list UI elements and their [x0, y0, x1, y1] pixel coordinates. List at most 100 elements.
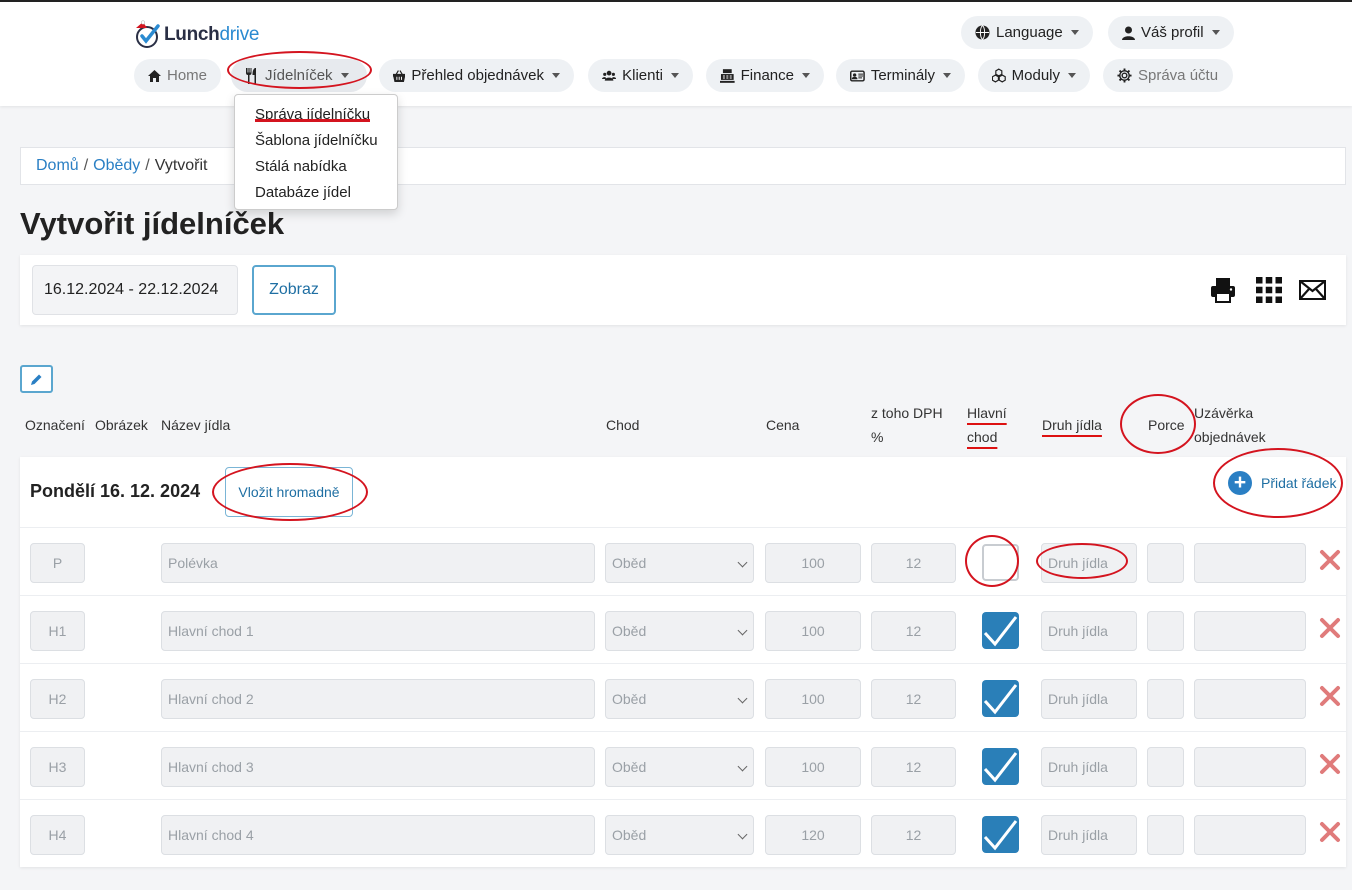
cutoff-input[interactable] [1194, 543, 1306, 583]
course-select[interactable]: Oběd [605, 747, 754, 787]
date-range-input[interactable]: 16.12.2024 - 22.12.2024 [32, 265, 238, 315]
vat-input[interactable]: 12 [871, 611, 956, 651]
envelope-icon[interactable] [1299, 280, 1326, 300]
meal-name-input[interactable]: Hlavní chod 2 [161, 679, 595, 719]
profile-label: Váš profil [1141, 24, 1204, 41]
plus-circle-icon: + [1228, 471, 1252, 495]
breadcrumb-home[interactable]: Domů [36, 157, 79, 175]
breadcrumb: Domů / Obědy / Vytvořit [20, 147, 1346, 185]
course-select[interactable]: Oběd [605, 543, 754, 583]
course-select[interactable]: Oběd [605, 611, 754, 651]
add-row-label: Přidat řádek [1261, 475, 1337, 491]
add-row-button[interactable]: + Přidat řádek [1228, 471, 1336, 495]
vat-input[interactable]: 12 [871, 679, 956, 719]
cubes-icon [992, 68, 1006, 83]
grid-icon[interactable] [1256, 277, 1282, 303]
main-course-checkbox[interactable] [982, 680, 1019, 717]
delete-icon[interactable] [1318, 616, 1342, 640]
delete-icon[interactable] [1318, 752, 1342, 776]
breadcrumb-section[interactable]: Obědy [93, 157, 140, 175]
vat-input[interactable]: 12 [871, 815, 956, 855]
delete-icon[interactable] [1318, 548, 1342, 572]
price-input[interactable]: 100 [765, 543, 861, 583]
nav-home[interactable]: Home [134, 59, 221, 92]
logo-check-icon [134, 20, 162, 50]
dropdown-item-permanent-offer[interactable]: Stálá nabídka [235, 154, 397, 180]
portions-input[interactable] [1147, 679, 1184, 719]
cutoff-input[interactable] [1194, 747, 1306, 787]
nav-orders-label: Přehled objednávek [411, 67, 544, 84]
price-input[interactable]: 120 [765, 815, 861, 855]
meal-name-input[interactable]: Hlavní chod 1 [161, 611, 595, 651]
cutoff-input[interactable] [1194, 611, 1306, 651]
nav-clients[interactable]: Klienti [588, 59, 693, 92]
code-input[interactable]: P [30, 543, 85, 583]
meal-type-input[interactable]: Druh jídla [1041, 611, 1137, 651]
code-input[interactable]: H3 [30, 747, 85, 787]
users-icon [602, 70, 617, 81]
breadcrumb-separator: / [145, 157, 150, 174]
nav-menu[interactable]: Jídelníček [231, 59, 367, 92]
course-select[interactable]: Oběd [605, 815, 754, 855]
print-icon[interactable] [1210, 277, 1236, 303]
nav-finance[interactable]: Finance [706, 59, 824, 92]
brand-logo[interactable]: Lunchdrive [134, 20, 259, 50]
course-select[interactable]: Oběd [605, 679, 754, 719]
cutoff-input[interactable] [1194, 679, 1306, 719]
dropdown-item-menu-template[interactable]: Šablona jídelníčku [235, 128, 397, 154]
basket-icon [393, 69, 406, 82]
show-button[interactable]: Zobraz [252, 265, 336, 315]
meal-type-input[interactable]: Druh jídla [1041, 747, 1137, 787]
meal-name-input[interactable]: Polévka [161, 543, 595, 583]
main-course-checkbox[interactable] [982, 816, 1019, 853]
code-input[interactable]: H1 [30, 611, 85, 651]
home-icon [148, 69, 161, 82]
chevron-down-icon [737, 829, 748, 840]
meal-name-input[interactable]: Hlavní chod 3 [161, 747, 595, 787]
checkmark-icon [983, 820, 1018, 851]
language-button[interactable]: Language [961, 16, 1093, 49]
cutoff-input[interactable] [1194, 815, 1306, 855]
table-row: H1 Hlavní chod 1 Oběd 100 12 Druh jídla [20, 595, 1346, 663]
vat-input[interactable]: 12 [871, 747, 956, 787]
code-input[interactable]: H2 [30, 679, 85, 719]
main-course-checkbox[interactable] [982, 544, 1019, 581]
code-input[interactable]: H4 [30, 815, 85, 855]
col-vat: z toho DPH% [871, 405, 943, 445]
meal-type-input[interactable]: Druh jídla [1041, 815, 1137, 855]
terminal-icon [850, 69, 865, 82]
price-input[interactable]: 100 [765, 747, 861, 787]
col-portions: Porce [1148, 417, 1185, 433]
nav-orders[interactable]: Přehled objednávek [379, 59, 574, 92]
col-meal-type: Druh jídla [1042, 417, 1102, 433]
meal-name-input[interactable]: Hlavní chod 4 [161, 815, 595, 855]
bulk-insert-button[interactable]: Vložit hromadně [225, 467, 353, 517]
dropdown-item-menu-management[interactable]: Správa jídelníčku [235, 102, 397, 128]
nav-finance-label: Finance [740, 67, 794, 84]
portions-input[interactable] [1147, 747, 1184, 787]
checkmark-icon [983, 616, 1018, 647]
brand-name: Lunchdrive [164, 24, 260, 45]
price-input[interactable]: 100 [765, 679, 861, 719]
price-input[interactable]: 100 [765, 611, 861, 651]
profile-button[interactable]: Váš profil [1108, 16, 1234, 49]
nav-account-label: Správa účtu [1138, 67, 1219, 84]
nav-modules[interactable]: Moduly [978, 59, 1090, 92]
nav-account[interactable]: Správa účtu [1103, 59, 1233, 92]
main-course-checkbox[interactable] [982, 612, 1019, 649]
main-course-checkbox[interactable] [982, 748, 1019, 785]
chevron-down-icon [802, 73, 810, 78]
meal-type-input[interactable]: Druh jídla [1041, 543, 1137, 583]
portions-input[interactable] [1147, 611, 1184, 651]
nav-terminals-label: Terminály [870, 67, 935, 84]
edit-button[interactable] [20, 365, 53, 393]
portions-input[interactable] [1147, 543, 1184, 583]
col-cutoff: Uzávěrka objednávek [1194, 405, 1266, 445]
nav-terminals[interactable]: Terminály [836, 59, 965, 92]
dropdown-item-meal-database[interactable]: Databáze jídel [235, 180, 397, 206]
delete-icon[interactable] [1318, 684, 1342, 708]
vat-input[interactable]: 12 [871, 543, 956, 583]
delete-icon[interactable] [1318, 820, 1342, 844]
portions-input[interactable] [1147, 815, 1184, 855]
meal-type-input[interactable]: Druh jídla [1041, 679, 1137, 719]
